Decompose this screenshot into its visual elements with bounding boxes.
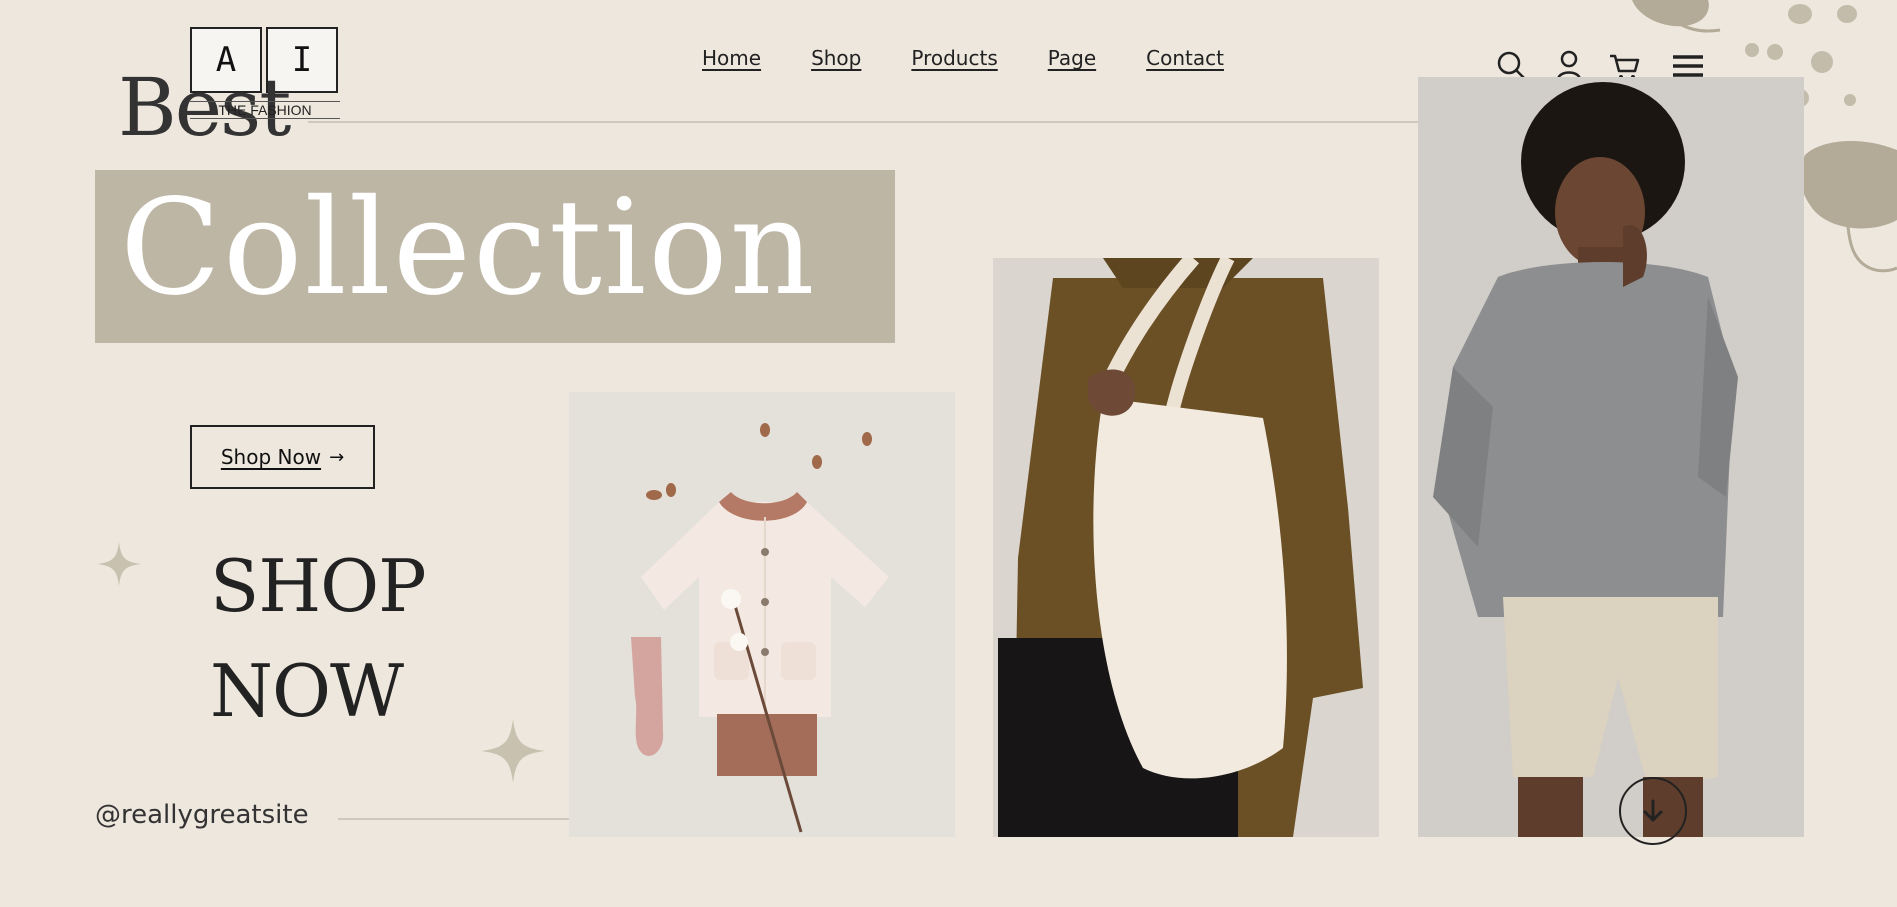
sparkle-icon (480, 718, 546, 784)
shop-heading-line1: SHOP (210, 544, 427, 628)
arrow-right-icon: → (329, 446, 345, 468)
hero-title-main: Collection (120, 171, 817, 325)
social-handle[interactable]: @reallygreatsite (95, 800, 309, 830)
product-photo-hoodie[interactable] (1418, 77, 1804, 837)
nav-shop[interactable]: Shop (811, 46, 861, 70)
nav-page[interactable]: Page (1048, 46, 1096, 70)
logo-tagline: THE FASHION (190, 101, 340, 119)
nav-contact[interactable]: Contact (1146, 46, 1224, 70)
product-photo-tote-bag[interactable] (993, 258, 1379, 837)
nav-home[interactable]: Home (702, 46, 761, 70)
shop-now-button[interactable]: Shop Now → (190, 425, 375, 489)
main-nav: Home Shop Products Page Contact (702, 46, 1224, 70)
header-divider (308, 121, 1418, 123)
handle-divider (338, 818, 570, 820)
shop-heading-line2: NOW (210, 649, 404, 733)
nav-products[interactable]: Products (911, 46, 997, 70)
scroll-down-button[interactable] (1619, 777, 1687, 845)
sparkle-icon (97, 542, 141, 586)
arrow-down-icon (1643, 799, 1663, 822)
product-photo-kids-outfit[interactable] (569, 392, 955, 837)
shop-now-label: Shop Now (220, 445, 322, 469)
